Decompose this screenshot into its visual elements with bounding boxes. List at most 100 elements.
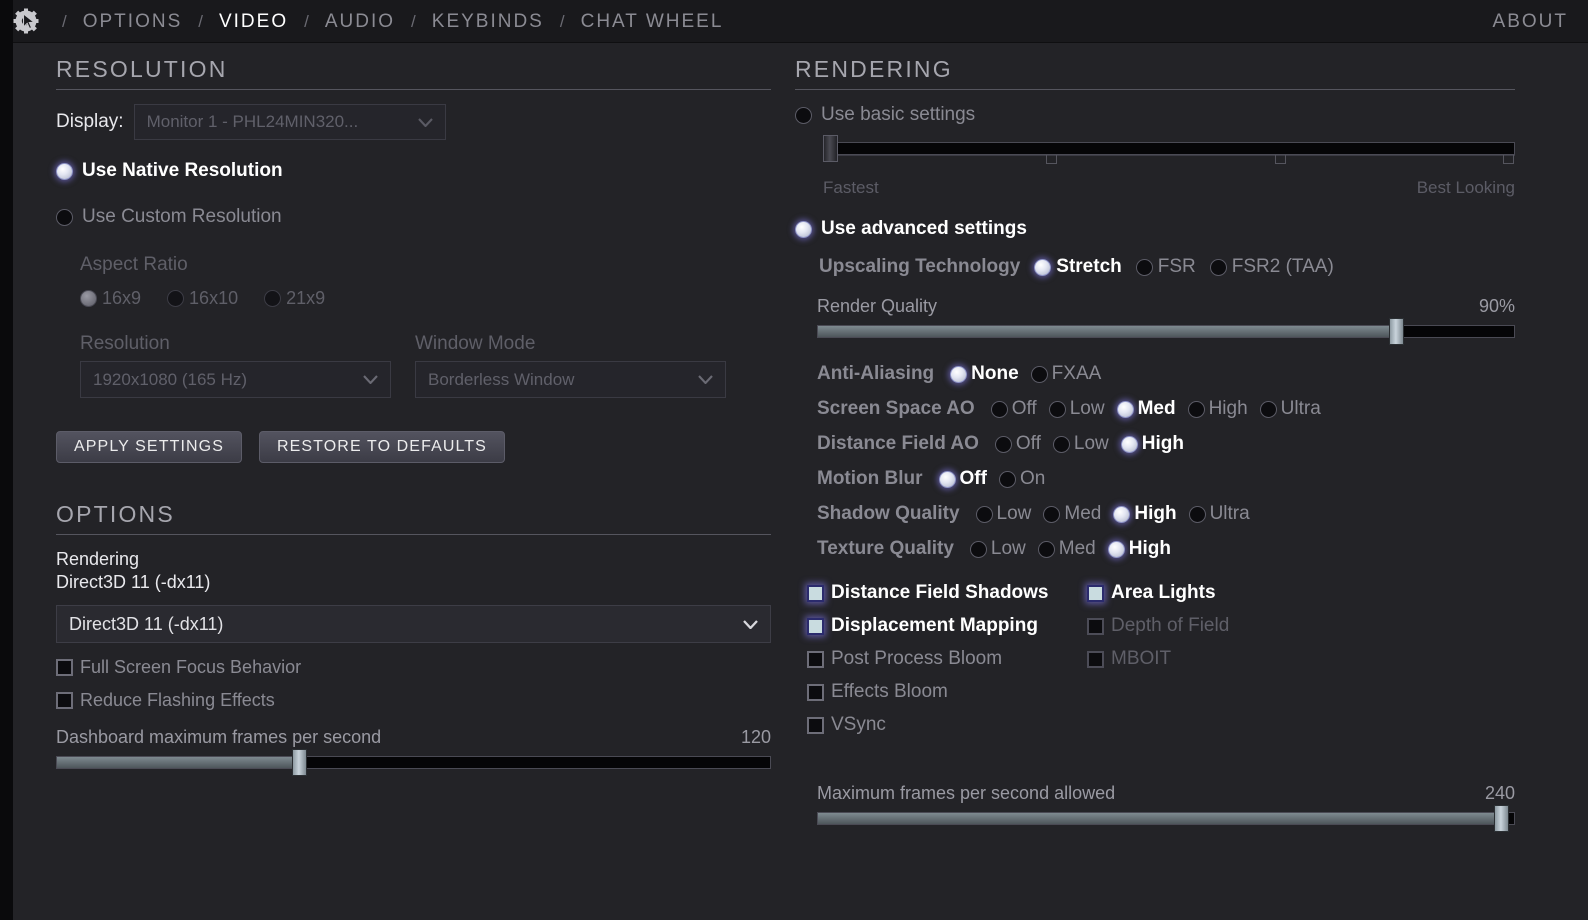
restore-defaults-button[interactable]: RESTORE TO DEFAULTS [259, 431, 505, 463]
option-shadow-quality-ultra[interactable]: Ultra [1189, 503, 1250, 525]
radio-use-basic-settings[interactable] [795, 107, 812, 124]
option-vsync[interactable]: VSync [807, 714, 1087, 736]
upscaling-option-fsr2[interactable]: FSR2 (TAA) [1210, 256, 1334, 278]
option-screen-space-ao-low[interactable]: Low [1049, 398, 1105, 420]
option-screen-space-ao-off[interactable]: Off [991, 398, 1037, 420]
window-mode-dropdown[interactable]: Borderless Window [415, 361, 726, 398]
dashboard-fps-slider[interactable] [56, 752, 771, 772]
option-depth-of-field[interactable]: Depth of Field [1087, 615, 1367, 637]
radio-screen-space-ao-ultra[interactable] [1260, 401, 1277, 418]
option-texture-quality-low[interactable]: Low [970, 538, 1026, 560]
radio-motion-blur-on[interactable] [999, 471, 1016, 488]
radio-use-custom-resolution[interactable] [56, 209, 73, 226]
option-motion-blur-off[interactable]: Off [939, 468, 987, 490]
tab-chat-wheel[interactable]: CHAT WHEEL [579, 11, 726, 33]
option-effects-bloom[interactable]: Effects Bloom [807, 681, 1087, 703]
aspect-ratio-16x9[interactable]: 16x9 [80, 288, 141, 309]
option-distance-field-shadows[interactable]: Distance Field Shadows [807, 582, 1087, 604]
render-quality-slider[interactable] [817, 321, 1515, 341]
radio-upscaling-fsr[interactable] [1136, 259, 1153, 276]
option-mboit[interactable]: MBOIT [1087, 648, 1367, 670]
use-native-resolution-option[interactable]: Use Native Resolution [56, 160, 771, 182]
option-motion-blur-on[interactable]: On [999, 468, 1045, 490]
checkbox-reduce-flashing-effects[interactable] [56, 692, 73, 709]
upscaling-option-fsr[interactable]: FSR [1136, 256, 1196, 278]
radio-shadow-quality-high[interactable] [1113, 506, 1130, 523]
radio-distance-field-ao-off[interactable] [995, 436, 1012, 453]
radio-screen-space-ao-high[interactable] [1188, 401, 1205, 418]
slider-handle[interactable] [1494, 805, 1509, 832]
checkbox-vsync[interactable] [807, 717, 824, 734]
upscaling-option-stretch[interactable]: Stretch [1034, 256, 1121, 278]
radio-upscaling-fsr2[interactable] [1210, 259, 1227, 276]
option-screen-space-ao-ultra[interactable]: Ultra [1260, 398, 1321, 420]
checkbox-full-screen-focus-behavior[interactable] [56, 659, 73, 676]
tab-keybinds[interactable]: KEYBINDS [430, 11, 546, 33]
option-texture-quality-med[interactable]: Med [1038, 538, 1096, 560]
option-area-lights[interactable]: Area Lights [1087, 582, 1367, 604]
option-anti-aliasing-fxaa[interactable]: FXAA [1031, 363, 1102, 385]
use-advanced-settings-option[interactable]: Use advanced settings [795, 218, 1515, 240]
radio-shadow-quality-low[interactable] [976, 506, 993, 523]
slider-handle[interactable] [292, 749, 307, 776]
resolution-dropdown[interactable]: 1920x1080 (165 Hz) [80, 361, 391, 398]
reduce-flashing-effects-option[interactable]: Reduce Flashing Effects [56, 690, 771, 711]
radio-distance-field-ao-low[interactable] [1053, 436, 1070, 453]
checkbox-post-process-bloom[interactable] [807, 651, 824, 668]
max-fps-slider[interactable] [817, 808, 1515, 828]
radio-texture-quality-high[interactable] [1108, 541, 1125, 558]
radio-aspect-16x9[interactable] [80, 290, 97, 307]
radio-shadow-quality-ultra[interactable] [1189, 506, 1206, 523]
radio-aspect-21x9[interactable] [264, 290, 281, 307]
checkbox-mboit[interactable] [1087, 651, 1104, 668]
radio-use-advanced-settings[interactable] [795, 221, 812, 238]
radio-aspect-16x10[interactable] [167, 290, 184, 307]
basic-quality-slider[interactable] [823, 138, 1515, 166]
option-anti-aliasing-none[interactable]: None [950, 363, 1019, 385]
option-texture-quality-high[interactable]: High [1108, 538, 1171, 560]
radio-screen-space-ao-off[interactable] [991, 401, 1008, 418]
use-custom-resolution-option[interactable]: Use Custom Resolution [56, 206, 771, 228]
option-distance-field-ao-off[interactable]: Off [995, 433, 1041, 455]
radio-anti-aliasing-fxaa[interactable] [1031, 366, 1048, 383]
radio-texture-quality-low[interactable] [970, 541, 987, 558]
aspect-ratio-21x9[interactable]: 21x9 [264, 288, 325, 309]
option-post-process-bloom[interactable]: Post Process Bloom [807, 648, 1087, 670]
option-screen-space-ao-high[interactable]: High [1188, 398, 1248, 420]
radio-motion-blur-off[interactable] [939, 471, 956, 488]
checkbox-effects-bloom[interactable] [807, 684, 824, 701]
option-displacement-mapping[interactable]: Displacement Mapping [807, 615, 1087, 637]
slider-handle[interactable] [1389, 318, 1404, 345]
radio-use-native-resolution[interactable] [56, 163, 73, 180]
checkbox-displacement-mapping[interactable] [807, 618, 824, 635]
apply-settings-button[interactable]: APPLY SETTINGS [56, 431, 242, 463]
slider-handle[interactable] [823, 135, 838, 162]
option-screen-space-ao-med[interactable]: Med [1117, 398, 1176, 420]
option-shadow-quality-high[interactable]: High [1113, 503, 1176, 525]
max-fps-label: Maximum frames per second allowed [817, 783, 1115, 804]
option-distance-field-ao-low[interactable]: Low [1053, 433, 1109, 455]
radio-texture-quality-med[interactable] [1038, 541, 1055, 558]
radio-distance-field-ao-high[interactable] [1121, 436, 1138, 453]
radio-anti-aliasing-none[interactable] [950, 366, 967, 383]
radio-screen-space-ao-low[interactable] [1049, 401, 1066, 418]
radio-screen-space-ao-med[interactable] [1117, 401, 1134, 418]
gear-cursor-icon[interactable] [12, 8, 42, 36]
checkbox-depth-of-field[interactable] [1087, 618, 1104, 635]
tab-audio[interactable]: AUDIO [323, 11, 397, 33]
full-screen-focus-behavior-option[interactable]: Full Screen Focus Behavior [56, 657, 771, 678]
tab-video[interactable]: VIDEO [217, 11, 290, 33]
option-shadow-quality-med[interactable]: Med [1043, 503, 1101, 525]
tab-options[interactable]: OPTIONS [81, 11, 185, 33]
checkbox-area-lights[interactable] [1087, 585, 1104, 602]
radio-shadow-quality-med[interactable] [1043, 506, 1060, 523]
display-dropdown[interactable]: Monitor 1 - PHL24MIN320... [134, 104, 446, 140]
option-shadow-quality-low[interactable]: Low [976, 503, 1032, 525]
use-basic-settings-option[interactable]: Use basic settings [795, 104, 1515, 126]
aspect-ratio-16x10[interactable]: 16x10 [167, 288, 238, 309]
tab-about[interactable]: ABOUT [1493, 0, 1568, 43]
option-distance-field-ao-high[interactable]: High [1121, 433, 1184, 455]
rendering-backend-dropdown[interactable]: Direct3D 11 (-dx11) [56, 605, 771, 643]
radio-upscaling-stretch[interactable] [1034, 259, 1051, 276]
checkbox-distance-field-shadows[interactable] [807, 585, 824, 602]
